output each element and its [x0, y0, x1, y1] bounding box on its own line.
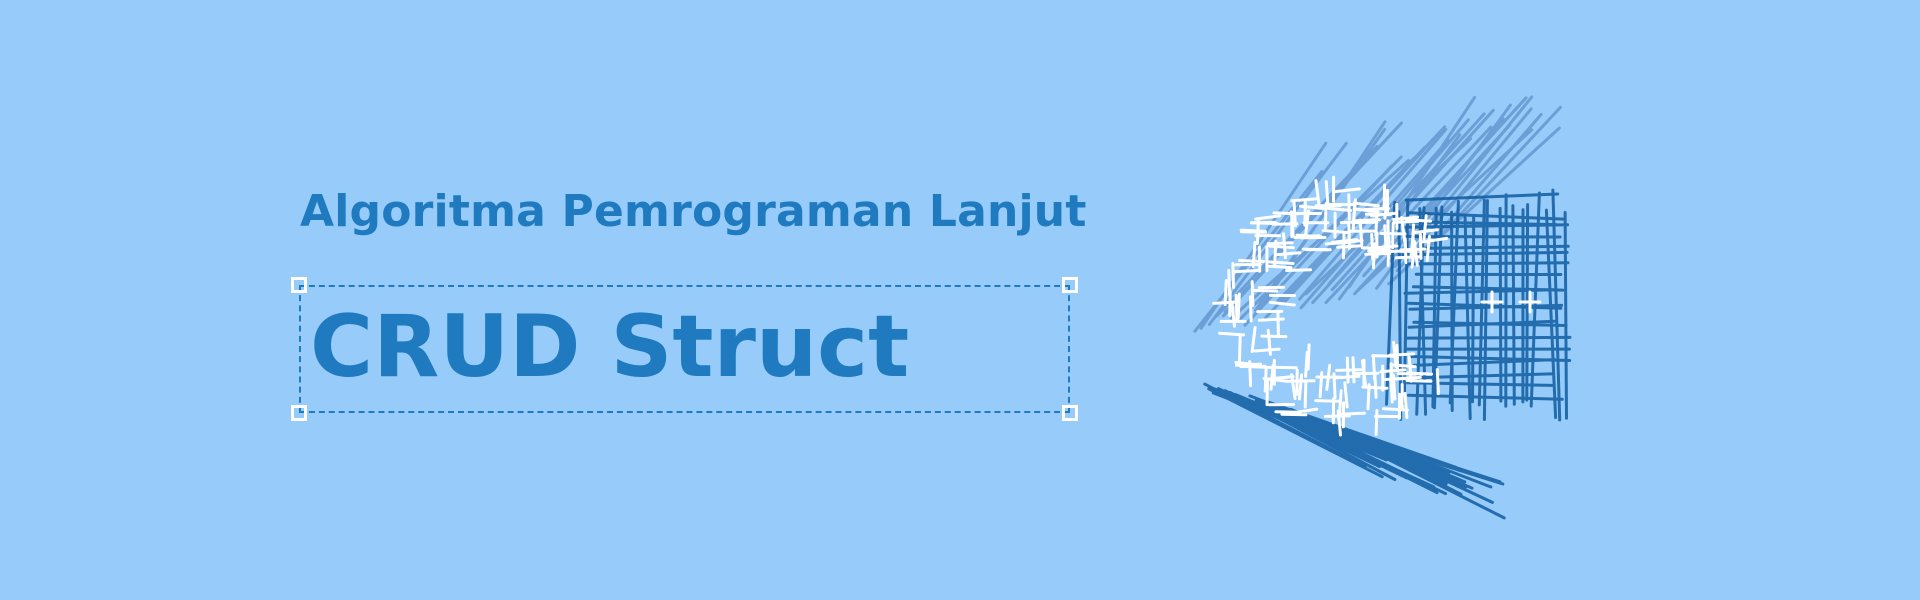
sketch-stroke — [1234, 293, 1239, 321]
sketch-stroke — [1321, 422, 1494, 504]
sketch-stroke — [1421, 236, 1449, 244]
sketch-stroke — [1301, 247, 1329, 252]
sketch-stroke — [1238, 259, 1266, 263]
sketch-stroke — [1335, 368, 1363, 372]
sketch-stroke — [1290, 373, 1297, 401]
resize-handle-bottom-left[interactable] — [291, 405, 307, 421]
resize-handle-top-right[interactable] — [1062, 277, 1078, 293]
sketch-stroke — [1248, 360, 1253, 388]
sketch-stroke — [1343, 381, 1349, 409]
sketch-stroke — [1267, 260, 1295, 265]
sketch-stroke — [1297, 373, 1304, 401]
title: CRUD Struct — [310, 297, 910, 397]
sketch-stroke — [1382, 183, 1387, 211]
sketch-stroke — [1304, 350, 1309, 378]
sketch-stroke — [1314, 399, 1342, 403]
sketch-stroke — [1342, 232, 1346, 260]
resize-handle-bottom-right[interactable] — [1062, 405, 1078, 421]
sketch-stroke — [1364, 251, 1392, 256]
sketch-stroke — [1266, 241, 1294, 246]
sketch-stroke — [1379, 231, 1407, 236]
sketch-stroke — [1351, 356, 1356, 384]
sketch-stroke — [1373, 371, 1378, 399]
sketch-stroke — [1290, 197, 1318, 203]
sketch-stroke — [1324, 180, 1330, 208]
sketch-stroke — [1257, 317, 1285, 322]
sketch-stroke — [1270, 365, 1298, 370]
banner: Algoritma Pemrograman Lanjut CRUD Struct — [0, 0, 1920, 600]
sketch-stroke — [1417, 244, 1570, 250]
sketch-stroke — [1321, 229, 1349, 234]
sketch-stroke — [1250, 280, 1255, 308]
sketch-stroke — [1403, 288, 1556, 295]
sketch-stroke — [1406, 381, 1554, 387]
sketch-stroke — [1371, 244, 1399, 250]
sketch-stroke — [1397, 210, 1403, 421]
sketch-stroke — [1418, 232, 1423, 260]
sketch-stroke — [1314, 179, 1321, 207]
sketch-stroke — [1249, 295, 1253, 323]
sketch-stroke — [1267, 244, 1295, 250]
sketch-stroke — [1276, 310, 1280, 338]
sketch-stroke — [1265, 264, 1293, 270]
sketch-stroke — [1293, 234, 1321, 239]
sketch-stroke — [1435, 368, 1440, 396]
sketch-stroke — [1351, 204, 1357, 232]
sketch-stroke — [1268, 300, 1296, 307]
sketch-stroke — [1251, 241, 1257, 268]
sketch-stroke — [1250, 326, 1257, 354]
sketch-stroke — [1333, 374, 1361, 380]
sketch-stroke — [1289, 210, 1295, 238]
sketch-stroke — [1232, 269, 1259, 274]
sketch-stroke — [1251, 288, 1279, 293]
sketch-stroke — [1337, 389, 1343, 417]
sketch-stroke — [1394, 255, 1422, 260]
sketch-stroke — [1323, 414, 1351, 418]
sketch-stroke — [1249, 220, 1277, 225]
sketch-stroke — [1260, 334, 1288, 339]
sketch-stroke — [1238, 334, 1242, 362]
sketch-stroke — [1274, 251, 1302, 257]
sketch-stroke — [1374, 414, 1402, 419]
sketch-stroke — [1236, 292, 1241, 320]
sketch-stroke — [1347, 222, 1351, 250]
sketch-stroke — [1231, 262, 1235, 289]
subtitle: Algoritma Pemrograman Lanjut — [300, 186, 1087, 237]
sketch-stroke — [1389, 363, 1417, 369]
sketch-stroke — [1240, 230, 1267, 234]
sketch-stroke — [1389, 376, 1394, 404]
sketch-stroke — [1347, 193, 1351, 221]
sketch-stroke — [1404, 335, 1572, 340]
sketch-stroke — [1280, 412, 1308, 417]
sketch-stroke — [1406, 393, 1564, 401]
sketch-stroke — [1388, 352, 1416, 357]
sketch-stroke — [1403, 392, 1409, 419]
sketch-stroke — [1265, 379, 1269, 407]
sketch-stroke — [1374, 409, 1379, 436]
sketch-stroke — [1292, 200, 1297, 228]
sketch-stroke — [1303, 381, 1308, 409]
sketch-stroke — [1563, 211, 1568, 420]
sketch-stroke — [1391, 222, 1395, 250]
resize-handle-top-left[interactable] — [291, 277, 307, 293]
sketch-stroke — [1405, 261, 1570, 266]
sketch-stroke — [1379, 368, 1407, 374]
sketch-stroke — [1223, 279, 1228, 306]
sketch-stroke — [1394, 375, 1422, 381]
sketch-stroke — [1325, 206, 1353, 212]
sketch-stroke — [1218, 331, 1246, 337]
sketch-stroke — [1381, 407, 1409, 412]
sketch-stroke — [1227, 269, 1231, 296]
c-language-logo-icon — [1193, 95, 1572, 520]
sketch-stroke — [1285, 268, 1313, 272]
sketch-stroke — [1257, 285, 1285, 290]
sketch-stroke — [1253, 347, 1281, 353]
